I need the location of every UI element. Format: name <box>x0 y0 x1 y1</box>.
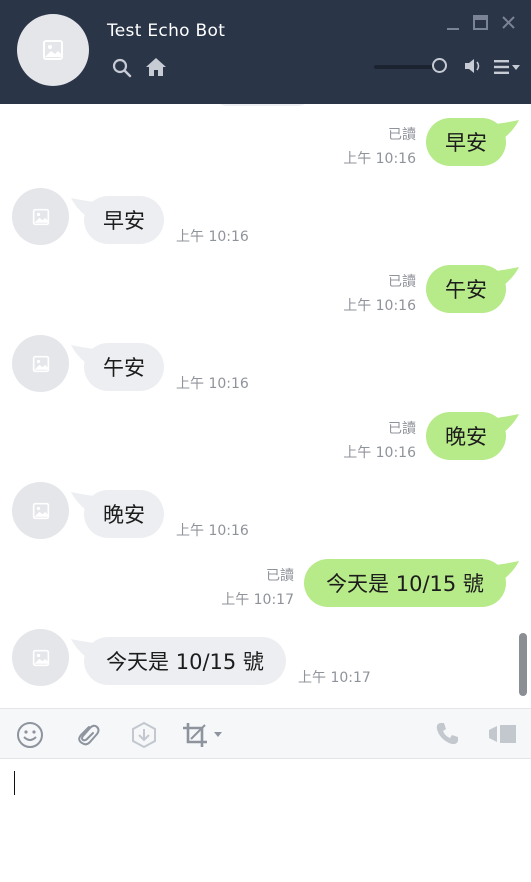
previous-message-bubble <box>215 104 310 106</box>
image-placeholder-icon <box>32 649 49 666</box>
bot-avatar[interactable] <box>17 14 89 86</box>
message-time: 上午 10:16 <box>176 229 249 245</box>
text-caret <box>14 771 15 795</box>
message-time: 上午 10:16 <box>176 523 249 539</box>
sent-bubble-tail <box>496 267 519 285</box>
message-time: 上午 10:16 <box>176 376 249 392</box>
input-toolbar <box>0 708 531 759</box>
message-time: 上午 10:17 <box>221 592 294 608</box>
volume-slider-knob[interactable] <box>432 58 447 73</box>
chat-scrollbar[interactable] <box>519 633 527 696</box>
crop-icon[interactable] <box>181 721 209 749</box>
message-input-area[interactable] <box>0 759 531 882</box>
chat-title: Test Echo Bot <box>107 21 226 41</box>
read-receipt: 已讀 <box>266 568 294 584</box>
keep-icon[interactable] <box>130 721 158 749</box>
menu-icon[interactable] <box>494 59 522 79</box>
chat-header: Test Echo Bot <box>0 0 531 104</box>
search-icon[interactable] <box>112 58 132 78</box>
received-message-bubble[interactable]: 午安 <box>84 343 164 391</box>
chat-history[interactable]: 已讀 上午 10:16 早安 早安 上午 10:16 已讀 上午 10:16 午… <box>0 104 531 708</box>
image-placeholder-icon <box>32 502 49 519</box>
phone-icon[interactable] <box>434 721 460 747</box>
bot-avatar-small[interactable] <box>12 629 69 686</box>
sent-message-bubble[interactable]: 今天是 10/15 號 <box>304 559 506 607</box>
read-receipt: 已讀 <box>388 127 416 143</box>
sent-bubble-tail <box>496 414 519 432</box>
maximize-icon[interactable] <box>473 15 488 34</box>
image-placeholder-icon <box>32 355 49 372</box>
sent-message-bubble[interactable]: 早安 <box>426 118 506 166</box>
attachment-icon[interactable] <box>73 721 101 749</box>
message-time: 上午 10:16 <box>343 151 416 167</box>
received-message-bubble[interactable]: 晚安 <box>84 490 164 538</box>
image-placeholder-icon <box>32 208 49 225</box>
message-input[interactable] <box>16 769 520 873</box>
sent-message-bubble[interactable]: 午安 <box>426 265 506 313</box>
message-time: 上午 10:16 <box>343 298 416 314</box>
emoji-icon[interactable] <box>16 721 44 749</box>
message-time: 上午 10:16 <box>343 445 416 461</box>
home-icon[interactable] <box>145 56 167 78</box>
sent-bubble-tail <box>496 561 519 579</box>
close-icon[interactable] <box>501 15 516 34</box>
sent-bubble-tail <box>496 120 519 138</box>
bot-avatar-small[interactable] <box>12 482 69 539</box>
bot-avatar-small[interactable] <box>12 188 69 245</box>
received-message-bubble[interactable]: 今天是 10/15 號 <box>84 637 286 685</box>
sent-message-bubble[interactable]: 晚安 <box>426 412 506 460</box>
read-receipt: 已讀 <box>388 421 416 437</box>
image-placeholder-icon <box>43 40 63 60</box>
volume-icon[interactable] <box>463 57 483 79</box>
minimize-icon[interactable] <box>446 16 460 35</box>
crop-dropdown-icon[interactable] <box>213 731 223 739</box>
read-receipt: 已讀 <box>388 274 416 290</box>
message-time: 上午 10:17 <box>298 670 371 686</box>
bot-avatar-small[interactable] <box>12 335 69 392</box>
received-message-bubble[interactable]: 早安 <box>84 196 164 244</box>
video-call-icon[interactable] <box>488 721 518 747</box>
